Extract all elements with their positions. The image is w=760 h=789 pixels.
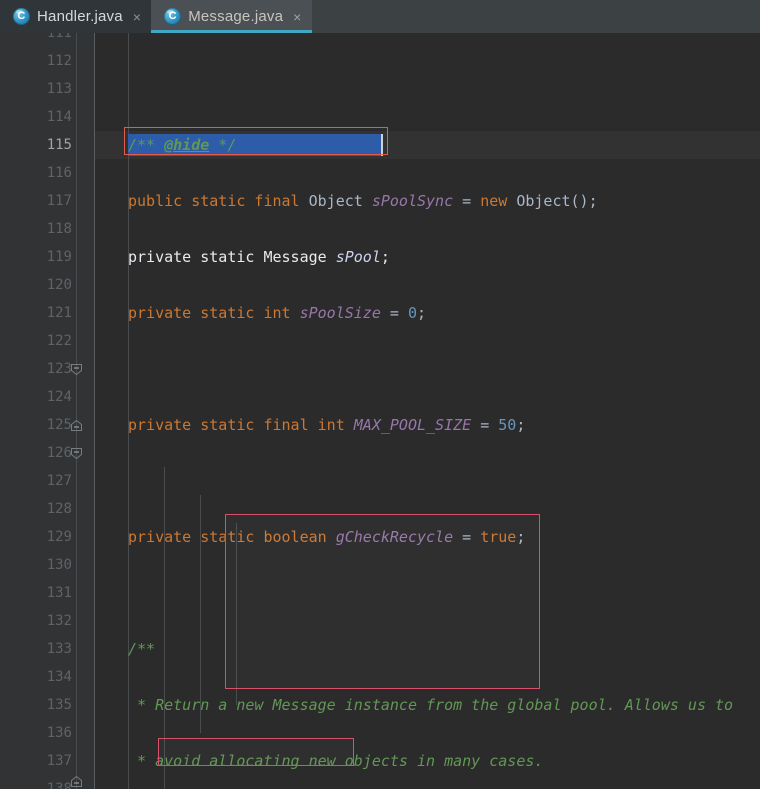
line-number: 135 [46,697,72,713]
line-number: 118 [46,221,72,237]
code-line[interactable] [95,33,760,47]
fold-marker-collapse-icon[interactable] [70,363,83,376]
code-line[interactable]: public static final Object sPoolSync = n… [95,187,760,215]
line-number: 127 [46,473,72,489]
tab-message-java[interactable]: Message.java × [151,0,312,33]
line-number: 114 [46,109,72,125]
line-number: 129 [46,529,72,545]
tab-label: Message.java [188,8,284,25]
tab-label: Handler.java [37,8,123,25]
code-line[interactable] [95,355,760,383]
line-number: 122 [46,333,72,349]
line-number: 124 [46,389,72,405]
line-number: 128 [46,501,72,517]
tab-handler-java[interactable]: Handler.java × [0,0,152,33]
line-number: 112 [46,53,72,69]
fold-marker-collapse-icon[interactable] [70,419,83,432]
line-number: 113 [46,81,72,97]
line-number: 119 [46,249,72,265]
line-number-current: 115 [46,137,72,153]
line-number: 117 [46,193,72,209]
java-class-icon [164,8,182,25]
line-number: 123 [46,361,72,377]
line-number: 120 [46,277,72,293]
code-line-selected[interactable]: private static Message sPool; [95,243,760,271]
close-icon[interactable]: × [130,10,141,24]
line-number: 134 [46,669,72,685]
line-number: 121 [46,305,72,321]
line-number: 138 [46,781,72,789]
close-icon[interactable]: × [290,10,301,24]
annotation-rect-return-new-message [158,738,354,766]
line-number: 125 [46,417,72,433]
line-number: 131 [46,585,72,601]
fold-strip [76,33,77,789]
annotation-rect-pool-body [225,514,540,689]
line-number: 136 [46,725,72,741]
line-number: 137 [46,753,72,769]
line-number-gutter[interactable]: 111 112 113 114 115 116 117 118 119 120 … [0,33,95,789]
line-number: 132 [46,613,72,629]
code-line[interactable]: * Return a new Message instance from the… [95,691,760,719]
line-number: 130 [46,557,72,573]
code-line[interactable] [95,75,760,103]
code-text-area[interactable]: /** @hide */ public static final Object … [95,33,760,789]
line-number: 133 [46,641,72,657]
code-line[interactable]: private static int sPoolSize = 0; [95,299,760,327]
line-number: 126 [46,445,72,461]
editor-tab-bar: Handler.java × Message.java × [0,0,760,33]
fold-marker-collapse-icon[interactable] [70,447,83,460]
line-number: 111 [46,33,72,41]
code-editor[interactable]: 111 112 113 114 115 116 117 118 119 120 … [0,33,760,789]
fold-marker-collapse-icon[interactable] [70,775,83,788]
line-number: 116 [46,165,72,181]
code-line[interactable] [95,467,760,495]
java-class-icon [13,8,30,25]
annotation-rect-line-115 [124,127,388,155]
code-line[interactable]: private static final int MAX_POOL_SIZE =… [95,411,760,439]
